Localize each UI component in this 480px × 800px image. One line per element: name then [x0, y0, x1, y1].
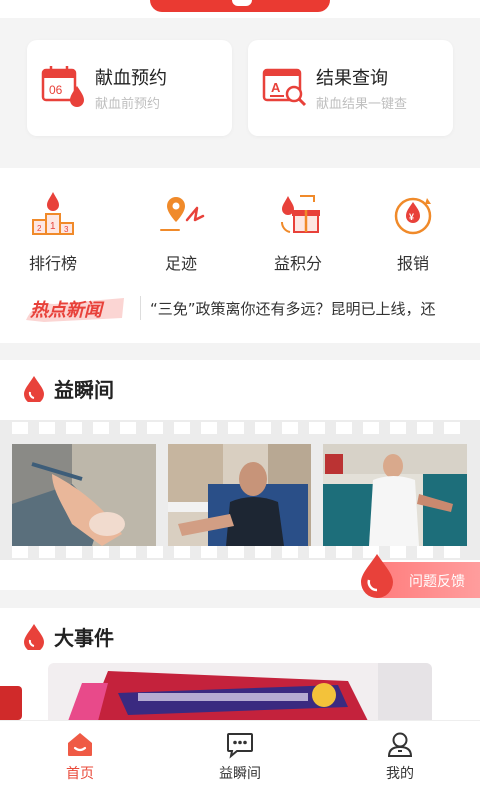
- quick-action-label: 足迹: [164, 254, 197, 273]
- card-title: 结果查询: [316, 68, 388, 89]
- quick-action-label: 报销: [396, 254, 429, 273]
- moment-photo-donor[interactable]: [168, 444, 311, 546]
- nav-moments[interactable]: 益瞬间: [190, 729, 290, 783]
- svg-text:1: 1: [50, 221, 56, 232]
- nav-label: 我的: [386, 766, 414, 782]
- footprint-button[interactable]: 足迹: [136, 190, 226, 274]
- film-holes-top: [0, 422, 480, 434]
- footprint-location-icon: [160, 197, 205, 231]
- blood-drop-icon: [24, 376, 44, 402]
- user-icon: [387, 732, 413, 757]
- result-query-card[interactable]: A 结果查询 献血结果一键查: [248, 40, 453, 136]
- calendar-drop-icon: 06: [41, 66, 84, 107]
- report-search-icon: A: [262, 68, 307, 107]
- header-strip: [0, 0, 480, 18]
- blood-drop-icon: [361, 554, 393, 598]
- section-title: 大事件: [54, 626, 114, 650]
- moments-section: 益瞬间: [0, 360, 480, 590]
- section-title: 益瞬间: [54, 378, 114, 402]
- card-title: 献血预约: [95, 68, 167, 89]
- feedback-button[interactable]: 问题反馈: [361, 554, 480, 598]
- hot-news-badge: 热点新闻: [26, 298, 124, 322]
- podium-icon: 1 2 3: [32, 192, 74, 235]
- nav-home[interactable]: 首页: [30, 729, 130, 783]
- home-icon: [68, 733, 92, 756]
- hot-news-label: 热点新闻: [29, 300, 105, 321]
- svg-text:2: 2: [37, 224, 42, 233]
- bottom-navigation: 首页 益瞬间 我的: [0, 720, 480, 800]
- card-subtitle: 献血前预约: [95, 97, 161, 112]
- card-subtitle: 献血结果一键查: [316, 97, 408, 112]
- donation-appointment-card[interactable]: 06 献血预约 献血前预约: [27, 40, 232, 136]
- news-ticker[interactable]: 热点新闻 “三免”政策离你还有多远？昆明已上线，还: [0, 288, 480, 328]
- service-cards-area: 06 献血预约 献血前预约 A 结果查询 献血结果一键查: [0, 18, 480, 168]
- photo-filmstrip[interactable]: [0, 420, 480, 560]
- header-logo-fragment: [232, 0, 252, 6]
- quick-actions-panel: 1 2 3 排行榜 足迹 益积分 ¥ 报销 热点新闻 “三免”政策离你还有多远？…: [0, 168, 480, 343]
- feedback-label: 问题反馈: [409, 574, 465, 590]
- side-float-tab[interactable]: [0, 686, 22, 720]
- film-holes-bottom: [0, 546, 480, 558]
- svg-text:3: 3: [64, 225, 69, 234]
- points-button[interactable]: 益积分: [253, 190, 343, 274]
- reimburse-button[interactable]: ¥ 报销: [368, 190, 458, 274]
- moment-photo-arm[interactable]: [12, 444, 156, 546]
- leaderboard-button[interactable]: 1 2 3 排行榜: [8, 190, 98, 274]
- nav-mine[interactable]: 我的: [350, 729, 450, 783]
- event-banner-image[interactable]: [48, 663, 432, 721]
- quick-action-label: 益积分: [273, 254, 322, 273]
- yuan-reimburse-icon: ¥: [394, 197, 432, 235]
- gift-points-icon: [280, 195, 320, 233]
- nav-label: 首页: [66, 766, 94, 782]
- nav-label: 益瞬间: [219, 766, 261, 782]
- svg-text:A: A: [271, 80, 281, 95]
- news-headline[interactable]: “三免”政策离你还有多远？昆明已上线，还: [150, 298, 470, 319]
- events-section: 大事件: [0, 608, 480, 721]
- blood-drop-icon: [24, 624, 44, 650]
- quick-action-label: 排行榜: [28, 254, 77, 273]
- chat-bubble-icon: [227, 733, 253, 759]
- news-divider: [140, 296, 141, 320]
- moment-photo-doctor[interactable]: [323, 444, 467, 546]
- svg-text:06: 06: [49, 83, 63, 97]
- svg-text:¥: ¥: [409, 212, 414, 222]
